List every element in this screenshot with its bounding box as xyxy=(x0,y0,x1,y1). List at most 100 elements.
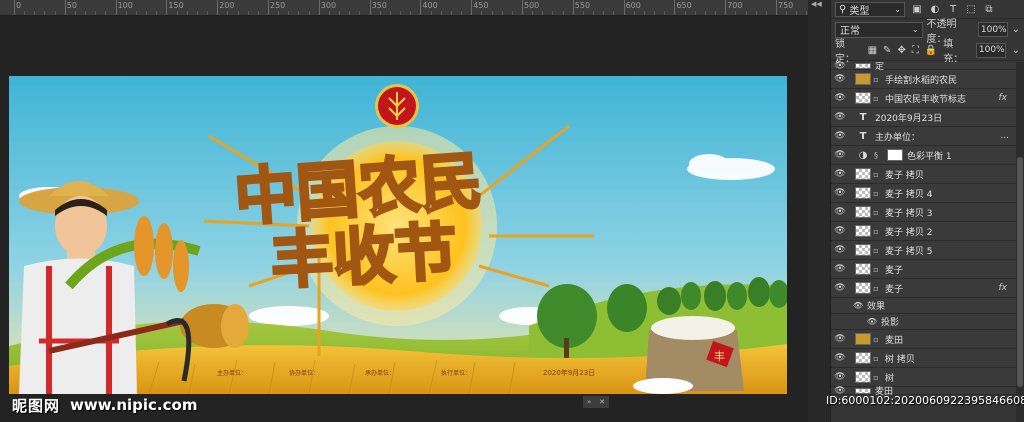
ruler-major-tick xyxy=(420,0,422,15)
eye-icon[interactable]: 👁 xyxy=(831,264,849,274)
ruler-major-tick xyxy=(369,0,371,15)
layer-row[interactable]: 👁 ▫ 树 xyxy=(831,368,1017,387)
layer-row[interactable]: 👁 ▫ 麦子 拷贝 4 xyxy=(831,184,1017,203)
eye-icon[interactable]: 👁 xyxy=(831,226,849,236)
info-executor: 执行单位： xyxy=(441,369,471,377)
lock-all-icon[interactable]: 🔒 xyxy=(925,45,937,56)
eye-icon[interactable]: 👁 xyxy=(831,112,849,122)
eye-icon[interactable]: 👁 xyxy=(831,74,849,84)
filter-kind-label: 类型 xyxy=(849,5,870,17)
panel-collapse-icon[interactable]: ◀◀ xyxy=(811,0,829,10)
ruler-minor-tick xyxy=(247,11,249,15)
ruler-label: 50 xyxy=(66,1,77,10)
ruler-minor-tick xyxy=(613,11,615,15)
layer-row[interactable]: 👁 ▫ 中国农民丰收节标志 fx xyxy=(831,89,1017,108)
ruler-minor-tick xyxy=(491,11,493,15)
info-organizer: 主办单位： xyxy=(217,369,247,377)
eye-icon[interactable]: 👁 xyxy=(831,207,849,217)
ruler-major-tick xyxy=(776,0,777,15)
fx-icon[interactable]: fx xyxy=(999,93,1008,103)
pixel-filter-icon[interactable]: ▣ xyxy=(911,3,923,15)
poster-artwork: 丰 中国农民 丰收节 主办单位： 协办单位： 承办单位： 执行单位： 2020年… xyxy=(9,76,787,394)
smart-object-icon: ▫ xyxy=(873,74,879,84)
layer-row[interactable]: 👁 ▫ 麦子 拷贝 3 xyxy=(831,203,1017,222)
eye-icon[interactable]: 👁 xyxy=(831,317,881,326)
ruler-label: 250 xyxy=(270,1,286,10)
ruler-minor-tick xyxy=(806,11,808,15)
layer-effect-item[interactable]: 👁 投影 xyxy=(831,314,1017,330)
eye-icon[interactable]: 👁 xyxy=(831,93,849,103)
smart-object-filter-icon[interactable]: ⧉ xyxy=(983,3,995,15)
ruler-major-tick xyxy=(471,0,473,15)
eye-icon[interactable]: 👁 xyxy=(831,334,849,344)
ruler-minor-tick xyxy=(135,11,137,15)
layer-row[interactable]: 👁 ▫ 麦子 拷贝 5 xyxy=(831,241,1017,260)
lock-transparent-icon[interactable]: ▦ xyxy=(868,45,877,56)
eye-icon[interactable]: 👁 xyxy=(831,150,849,160)
lock-pixels-icon[interactable]: ✎ xyxy=(883,45,891,56)
eye-icon[interactable]: 👁 xyxy=(831,301,867,310)
layer-name: 麦子 拷贝 5 xyxy=(885,246,933,257)
mini-panel-bar[interactable]: » ✕ xyxy=(583,396,609,408)
layer-name: 麦子 xyxy=(885,284,904,295)
ruler-label: 600 xyxy=(625,1,641,10)
ruler-minor-tick xyxy=(440,11,442,15)
eye-icon[interactable]: 👁 xyxy=(831,245,849,255)
eye-icon[interactable]: 👁 xyxy=(831,353,849,363)
ruler-minor-tick xyxy=(328,11,330,15)
ruler-minor-tick xyxy=(54,11,56,15)
layer-row[interactable]: 👁 ▫ 手绘割水稻的农民 xyxy=(831,70,1017,89)
horizontal-ruler[interactable]: 0 50 100 150 200 250 300 350 400 450 500 550 600 650 7… xyxy=(0,0,808,16)
layer-row[interactable]: 👁 ▫ 麦子 拷贝 xyxy=(831,165,1017,184)
layers-scrollbar[interactable] xyxy=(1016,62,1024,422)
adjustment-filter-icon[interactable]: ◐ xyxy=(929,3,941,15)
lock-artboard-icon[interactable]: ⛶ xyxy=(912,45,919,56)
layer-row[interactable]: 👁 T 2020年9月23日 xyxy=(831,108,1017,127)
document-canvas[interactable]: 丰 中国农民 丰收节 主办单位： 协办单位： 承办单位： 执行单位： 2020年… xyxy=(9,76,787,394)
layer-name: 麦子 拷贝 2 xyxy=(885,227,933,238)
ruler-minor-tick xyxy=(603,11,605,15)
ruler-major-tick xyxy=(166,0,168,15)
filter-kind-select[interactable]: ⚲ 类型 ⌄ xyxy=(835,1,905,17)
layer-row[interactable]: 👁 定 xyxy=(831,62,1017,72)
scrollbar-thumb[interactable] xyxy=(1017,157,1023,387)
close-icon[interactable]: ✕ xyxy=(599,398,605,406)
fill-field[interactable]: 100% xyxy=(975,42,1006,58)
layer-row[interactable]: 👁 ▫ 麦子 fx xyxy=(831,279,1017,298)
type-filter-icon[interactable]: T xyxy=(947,3,959,15)
fx-icon[interactable]: fx xyxy=(999,283,1008,293)
chevron-down-icon: ⌄ xyxy=(911,25,919,34)
ruler-minor-tick xyxy=(156,11,158,15)
ruler-major-tick xyxy=(725,0,727,15)
layer-name: 中国农民丰收节标志 xyxy=(885,94,967,105)
ruler-minor-tick xyxy=(207,11,209,15)
layer-row[interactable]: 👁 ▫ 麦子 拷贝 2 xyxy=(831,222,1017,241)
layer-row[interactable]: 👁 ◑ § 色彩平衡 1 xyxy=(831,146,1017,165)
eye-icon[interactable]: 👁 xyxy=(831,283,849,293)
layer-name: 色彩平衡 1 xyxy=(907,151,952,162)
eye-icon[interactable]: 👁 xyxy=(831,372,849,382)
more-icon[interactable]: ... xyxy=(1000,131,1009,141)
layer-row[interactable]: 👁 ▫ 树 拷贝 xyxy=(831,349,1017,368)
chain-link-icon[interactable]: § xyxy=(871,151,881,160)
chevron-down-icon[interactable]: ⌄ xyxy=(1012,45,1020,56)
ruler-minor-tick xyxy=(694,11,696,15)
layer-row[interactable]: 👁 T 主办单位：... xyxy=(831,127,1017,146)
ruler-minor-tick xyxy=(44,11,46,15)
eye-icon[interactable]: 👁 xyxy=(831,188,849,198)
layer-row[interactable]: 👁 ▫ 麦子 xyxy=(831,260,1017,279)
ruler-minor-tick xyxy=(542,11,544,15)
ruler-label: 650 xyxy=(676,1,692,10)
ruler-minor-tick xyxy=(552,11,554,15)
opacity-field[interactable]: 100% xyxy=(977,22,1008,37)
shape-filter-icon[interactable]: ⬚ xyxy=(965,3,977,15)
layer-effects-row[interactable]: 👁 效果 xyxy=(831,298,1017,314)
chevron-down-icon[interactable]: ⌄ xyxy=(1012,24,1020,35)
eye-icon[interactable]: 👁 xyxy=(831,169,849,179)
eye-icon[interactable]: 👁 xyxy=(831,131,849,141)
title-line-2: 丰收节 xyxy=(269,215,459,298)
lock-position-icon[interactable]: ✥ xyxy=(897,45,905,56)
layer-row[interactable]: 👁 ▫ 麦田 xyxy=(831,330,1017,349)
double-chevron-icon[interactable]: » xyxy=(587,398,591,406)
smart-object-icon: ▫ xyxy=(873,93,879,103)
